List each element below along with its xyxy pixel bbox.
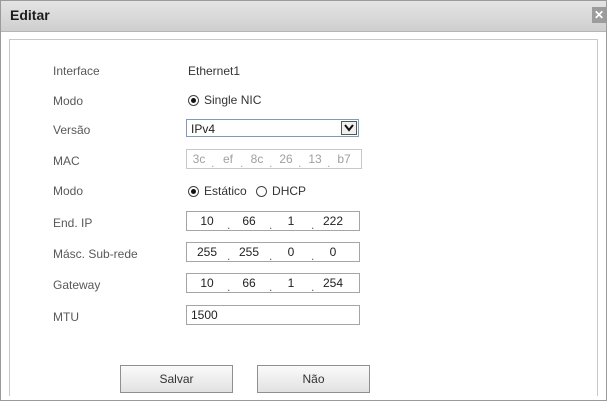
version-select[interactable]: IPv4 — [186, 119, 359, 137]
single-nic-radio[interactable] — [188, 95, 199, 106]
gateway-octet-4[interactable]: 254 — [315, 276, 351, 290]
mac-octet-4: 26 — [279, 152, 293, 166]
subnet-octet-3[interactable]: 0 — [273, 245, 309, 259]
subnet-label: Másc. Sub-rede — [53, 247, 138, 261]
mtu-input[interactable]: 1500 — [186, 305, 360, 325]
edit-dialog: Editar ✕ Interface Ethernet1 Modo Single… — [0, 0, 607, 401]
gateway-octet-2[interactable]: 66 — [231, 276, 267, 290]
ip-mode-radio-group: Estático DHCP — [188, 184, 306, 198]
ip-mode-label: Modo — [53, 184, 84, 198]
mac-label: MAC — [53, 154, 80, 168]
close-icon[interactable]: ✕ — [592, 7, 606, 23]
mtu-label: MTU — [53, 310, 79, 324]
gateway-octet-1[interactable]: 10 — [189, 276, 225, 290]
ip-octet-3[interactable]: 1 — [273, 214, 309, 228]
ip-octet-1[interactable]: 10 — [189, 214, 225, 228]
version-label: Versão — [53, 123, 91, 137]
gateway-label: Gateway — [53, 278, 101, 292]
ip-octet-2[interactable]: 66 — [231, 214, 267, 228]
dialog-title: Editar — [10, 7, 50, 23]
dhcp-label: DHCP — [272, 184, 307, 198]
gateway-octet-3[interactable]: 1 — [273, 276, 309, 290]
mac-octet-5: 13 — [308, 152, 322, 166]
single-nic-label: Single NIC — [204, 93, 262, 107]
save-button[interactable]: Salvar — [120, 365, 233, 393]
mac-octet-3: 8c — [250, 152, 264, 166]
subnet-field[interactable]: 255 . 255 . 0 . 0 — [186, 242, 360, 263]
static-radio[interactable] — [188, 186, 199, 197]
cancel-button[interactable]: Não — [257, 365, 370, 393]
subnet-octet-4[interactable]: 0 — [315, 245, 351, 259]
nic-mode-radio-group: Single NIC — [188, 93, 261, 107]
subnet-octet-2[interactable]: 255 — [231, 245, 267, 259]
dialog-titlebar: Editar ✕ — [1, 1, 606, 32]
subnet-octet-1[interactable]: 255 — [189, 245, 225, 259]
ip-address-label: End. IP — [53, 216, 93, 230]
mac-field: 3c . ef . 8c . 26 . 13 . b7 — [186, 149, 362, 170]
interface-value: Ethernet1 — [188, 64, 241, 78]
ip-octet-4[interactable]: 222 — [315, 214, 351, 228]
chevron-down-icon[interactable] — [341, 121, 357, 135]
gateway-field[interactable]: 10 . 66 . 1 . 254 — [186, 273, 360, 294]
interface-label: Interface — [53, 64, 100, 78]
version-selected-value: IPv4 — [191, 122, 216, 136]
mtu-value: 1500 — [191, 308, 218, 322]
nic-mode-label: Modo — [53, 94, 84, 108]
dhcp-radio[interactable] — [256, 186, 268, 197]
mac-octet-2: ef — [222, 152, 233, 166]
mac-octet-6: b7 — [337, 152, 351, 166]
mac-octet-1: 3c — [192, 152, 206, 166]
ip-address-field[interactable]: 10 . 66 . 1 . 222 — [186, 211, 360, 232]
static-label: Estático — [204, 184, 247, 198]
